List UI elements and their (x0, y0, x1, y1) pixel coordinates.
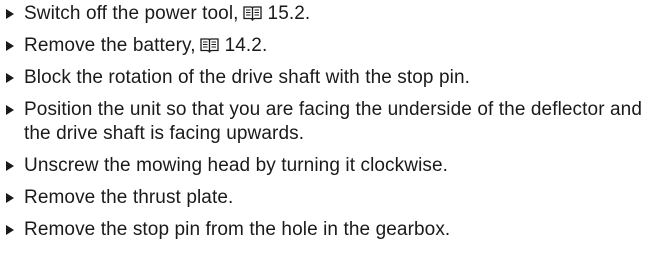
step-reference[interactable]: 15.2. (268, 3, 311, 24)
step-1: Switch off the power tool, 15.2. (4, 2, 644, 26)
step-2: Remove the battery, 14.2. (4, 34, 644, 58)
step-7: Remove the stop pin from the hole in the… (4, 218, 644, 242)
step-6: Remove the thrust plate. (4, 186, 644, 210)
triangle-bullet-icon (6, 105, 14, 115)
step-5: Unscrew the mowing head by turning it cl… (4, 154, 644, 178)
book-icon (242, 5, 262, 21)
triangle-bullet-icon (6, 9, 14, 19)
book-icon (199, 37, 219, 53)
step-reference[interactable]: 14.2. (225, 35, 268, 56)
step-text: Unscrew the mowing head by turning it cl… (24, 155, 449, 176)
step-4: Position the unit so that you are facing… (4, 98, 644, 146)
instruction-steps: Switch off the power tool, 15.2. Remove … (4, 2, 644, 250)
step-text: Switch off the power tool, (24, 3, 239, 24)
step-text: Remove the battery, (24, 35, 196, 56)
triangle-bullet-icon (6, 73, 14, 83)
step-text: Remove the stop pin from the hole in the… (24, 219, 451, 240)
step-3: Block the rotation of the drive shaft wi… (4, 66, 644, 90)
triangle-bullet-icon (6, 193, 14, 203)
triangle-bullet-icon (6, 41, 14, 51)
step-text: Remove the thrust plate. (24, 187, 234, 208)
step-text: Position the unit so that you are facing… (24, 99, 643, 144)
triangle-bullet-icon (6, 225, 14, 235)
step-text: Block the rotation of the drive shaft wi… (24, 67, 471, 88)
triangle-bullet-icon (6, 161, 14, 171)
